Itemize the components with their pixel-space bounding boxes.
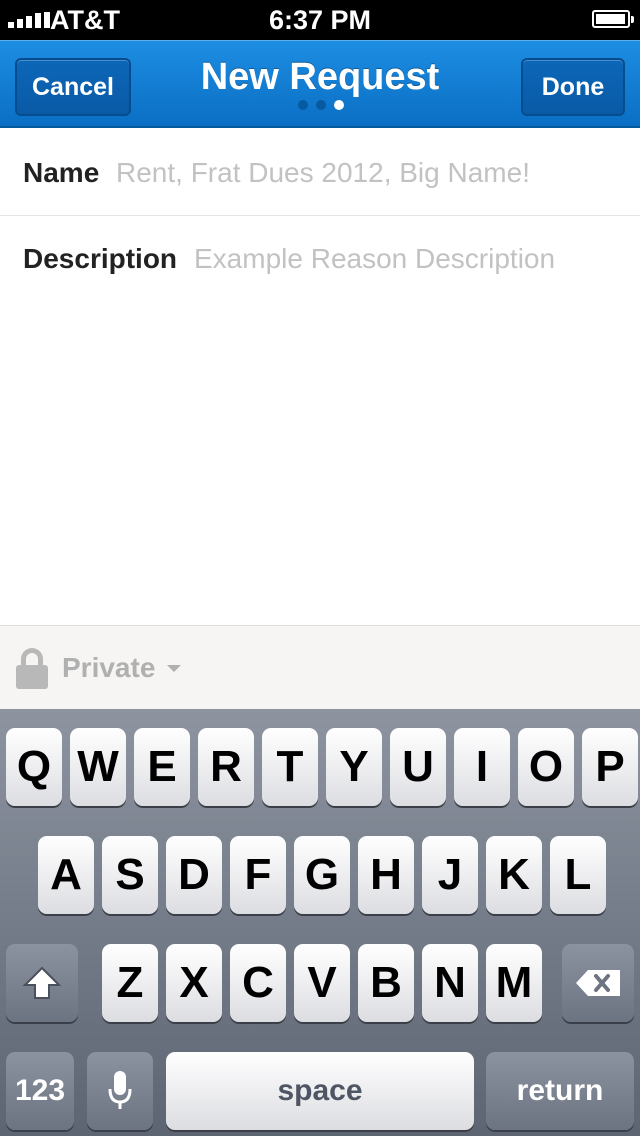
- key-r[interactable]: R: [198, 728, 254, 806]
- description-label: Description: [23, 243, 178, 274]
- shift-key[interactable]: [6, 944, 78, 1022]
- status-bar: AT&T 6:37 PM: [0, 0, 640, 40]
- space-key[interactable]: space: [166, 1052, 474, 1130]
- privacy-selector[interactable]: Private: [0, 625, 640, 709]
- page-dot-active: [334, 100, 344, 110]
- key-k[interactable]: K: [486, 836, 542, 914]
- page-dot: [298, 100, 308, 110]
- page-dot: [316, 100, 326, 110]
- lock-icon: [16, 648, 48, 689]
- microphone-icon: [87, 1052, 153, 1130]
- key-o[interactable]: O: [518, 728, 574, 806]
- name-input[interactable]: [116, 155, 626, 191]
- key-z[interactable]: Z: [102, 944, 158, 1022]
- key-b[interactable]: B: [358, 944, 414, 1022]
- battery-icon: [592, 10, 634, 28]
- caret-down-icon[interactable]: [167, 665, 181, 672]
- key-n[interactable]: N: [422, 944, 478, 1022]
- delete-key[interactable]: [562, 944, 634, 1022]
- key-d[interactable]: D: [166, 836, 222, 914]
- key-c[interactable]: C: [230, 944, 286, 1022]
- backspace-icon: [562, 944, 634, 1022]
- key-s[interactable]: S: [102, 836, 158, 914]
- description-row[interactable]: Description: [0, 216, 640, 626]
- key-g[interactable]: G: [294, 836, 350, 914]
- status-time: 6:37 PM: [268, 5, 372, 35]
- key-f[interactable]: F: [230, 836, 286, 914]
- numbers-key[interactable]: 123: [6, 1052, 74, 1130]
- keyboard: Q W E R T Y U I O P A S D F G H J K L Z …: [0, 709, 640, 1136]
- key-m[interactable]: M: [486, 944, 542, 1022]
- navigation-bar: Cancel New Request Done: [0, 40, 640, 128]
- key-q[interactable]: Q: [6, 728, 62, 806]
- key-t[interactable]: T: [262, 728, 318, 806]
- key-l[interactable]: L: [550, 836, 606, 914]
- name-label: Name: [23, 157, 100, 188]
- key-w[interactable]: W: [70, 728, 126, 806]
- key-v[interactable]: V: [294, 944, 350, 1022]
- microphone-key[interactable]: [87, 1052, 153, 1130]
- key-u[interactable]: U: [390, 728, 446, 806]
- return-key[interactable]: return: [486, 1052, 634, 1130]
- page-indicator: [298, 100, 344, 110]
- name-row[interactable]: Name: [0, 130, 640, 216]
- key-a[interactable]: A: [38, 836, 94, 914]
- key-y[interactable]: Y: [326, 728, 382, 806]
- key-j[interactable]: J: [422, 836, 478, 914]
- key-p[interactable]: P: [582, 728, 638, 806]
- key-h[interactable]: H: [358, 836, 414, 914]
- description-input[interactable]: [194, 241, 634, 277]
- done-button[interactable]: Done: [521, 58, 625, 116]
- key-i[interactable]: I: [454, 728, 510, 806]
- shift-arrow-icon: [6, 944, 78, 1022]
- key-x[interactable]: X: [166, 944, 222, 1022]
- privacy-label[interactable]: Private: [62, 648, 155, 688]
- key-e[interactable]: E: [134, 728, 190, 806]
